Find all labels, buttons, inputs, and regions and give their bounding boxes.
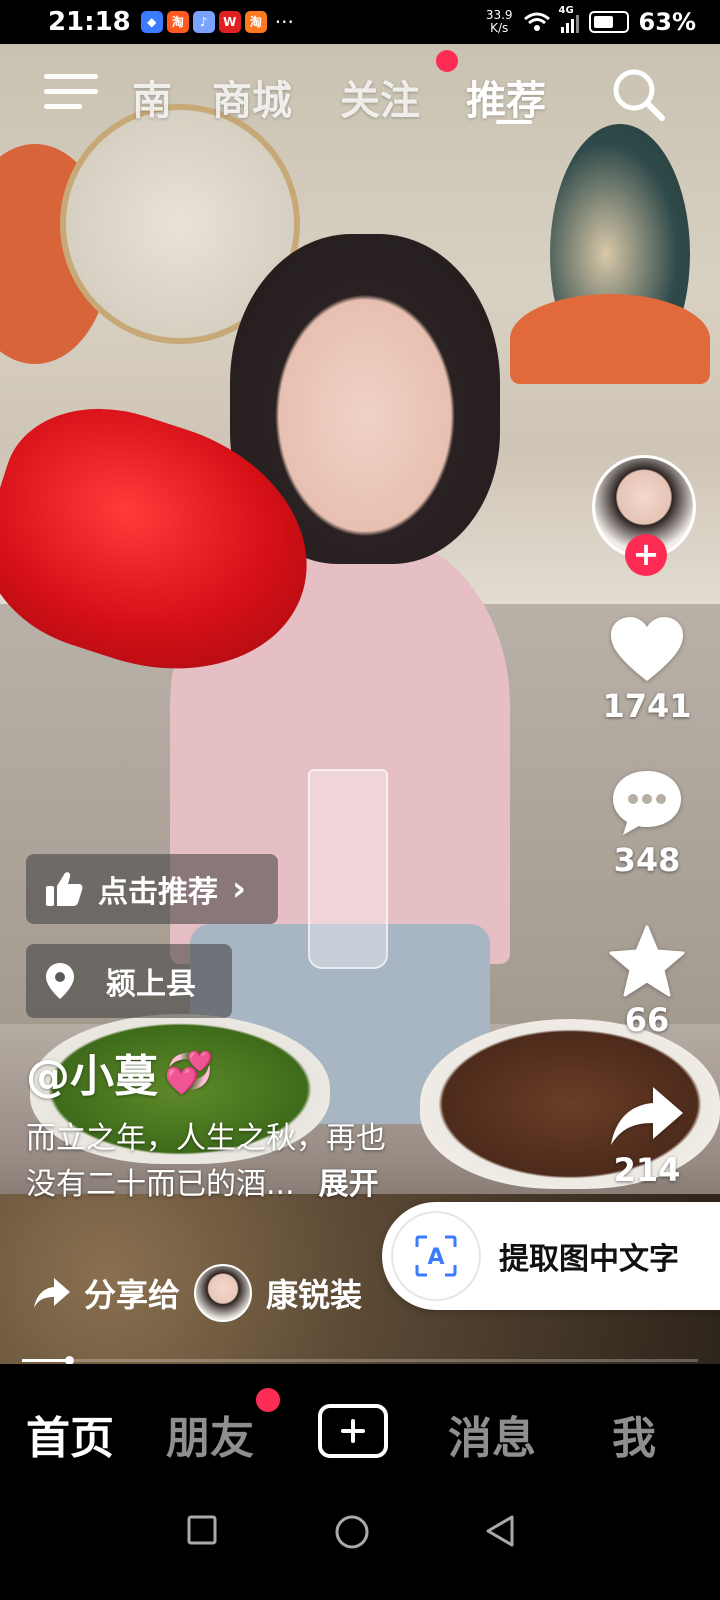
share-arrow-icon xyxy=(34,1278,70,1308)
status-app-icon: W xyxy=(218,11,241,33)
tab-recommend[interactable]: 推荐 xyxy=(466,68,546,126)
text-recognition-icon: A xyxy=(391,1211,481,1301)
creator-avatar[interactable]: + xyxy=(592,455,696,576)
status-bar: 21:18 ◆ 淘 ♪ W 淘 ··· 33.9 K/s 4G 63% xyxy=(0,0,720,44)
favorite-button[interactable]: 66 xyxy=(592,925,702,1039)
favorite-count: 66 xyxy=(624,1001,670,1039)
friend-avatar xyxy=(194,1264,253,1322)
network-speed: 33.9 K/s xyxy=(486,9,513,35)
recommend-label: 点击推荐 xyxy=(98,875,218,910)
friends-notification-dot xyxy=(256,1388,280,1412)
cell-signal: 4G xyxy=(559,5,579,33)
tab-me[interactable]: 我 xyxy=(612,1402,656,1466)
status-app-icon: 淘 xyxy=(244,11,267,33)
thumbs-up-icon xyxy=(46,872,83,906)
share-arrow-icon xyxy=(611,1087,683,1145)
signal-bar-icon xyxy=(560,27,564,33)
tab-friends[interactable]: 朋友 xyxy=(166,1402,254,1466)
extract-text-button[interactable]: A 提取图中文字 xyxy=(382,1202,720,1310)
plus-icon xyxy=(341,1419,365,1443)
creator-username[interactable]: @小蔓 💞 xyxy=(26,1040,214,1104)
location-label: 颍上县 xyxy=(106,967,196,1002)
back-icon[interactable] xyxy=(484,1514,516,1548)
caption-line: 没有二十而已的酒... xyxy=(26,1167,295,1202)
text-scan-icon: A xyxy=(415,1235,457,1277)
network-type: 4G xyxy=(558,5,574,16)
tab-messages[interactable]: 消息 xyxy=(448,1402,536,1466)
signal-bar-icon xyxy=(570,19,574,33)
more-notifications-icon: ··· xyxy=(274,10,294,34)
username-text: @小蔓 xyxy=(26,1051,158,1102)
star-icon xyxy=(609,925,685,997)
signal-bar-icon xyxy=(565,23,569,33)
recent-apps-icon[interactable] xyxy=(186,1514,218,1546)
glass xyxy=(308,769,388,969)
comment-icon xyxy=(613,771,681,835)
share-to-label: 分享给 xyxy=(84,1276,181,1314)
status-app-icon: ♪ xyxy=(192,11,215,33)
share-to-friend-bar[interactable]: 分享给 康锐装 xyxy=(20,1250,440,1336)
following-notification-dot xyxy=(436,50,458,72)
status-right: 33.9 K/s 4G 63% xyxy=(486,5,696,36)
wall-art xyxy=(510,294,710,384)
video-progress-bar[interactable] xyxy=(22,1356,698,1365)
home-icon[interactable] xyxy=(334,1514,370,1550)
follow-plus-icon[interactable]: + xyxy=(625,534,667,576)
battery-icon xyxy=(588,11,629,33)
action-rail: + 1741 348 66 214 xyxy=(592,455,702,1189)
tab-nearby[interactable]: 南 xyxy=(132,68,172,126)
create-post-button[interactable] xyxy=(318,1404,388,1458)
menu-line xyxy=(44,74,98,79)
active-tab-indicator xyxy=(496,120,532,124)
video-caption[interactable]: 而立之年，人生之秋，再也 没有二十而已的酒... 展开 xyxy=(26,1116,486,1208)
heart-emoji-icon: 💞 xyxy=(164,1049,214,1096)
expand-caption-button[interactable]: 展开 xyxy=(319,1167,379,1202)
battery-percent: 63% xyxy=(638,8,696,36)
share-count: 214 xyxy=(613,1151,681,1189)
network-speed-unit: K/s xyxy=(490,21,509,35)
location-chip[interactable]: 颍上县 xyxy=(26,944,232,1018)
menu-line xyxy=(44,89,98,94)
location-pin-icon xyxy=(46,963,74,999)
chevron-right-icon: › xyxy=(232,869,247,909)
share-target-name: 康锐装 xyxy=(266,1276,363,1314)
search-icon[interactable] xyxy=(608,64,668,124)
status-app-icons: ◆ 淘 ♪ W 淘 xyxy=(140,11,267,33)
system-navigation-bar xyxy=(0,1492,720,1600)
share-button[interactable]: 214 xyxy=(592,1083,702,1189)
tab-following[interactable]: 关注 xyxy=(340,68,420,126)
status-app-icon: 淘 xyxy=(166,11,189,33)
status-time: 21:18 xyxy=(48,7,131,37)
wifi-icon xyxy=(523,12,550,31)
video-progress-fill xyxy=(22,1359,70,1362)
tab-mall[interactable]: 商城 xyxy=(212,68,292,126)
signal-bar-icon xyxy=(575,15,579,33)
comment-button[interactable]: 348 xyxy=(592,767,702,879)
heart-icon xyxy=(611,617,683,681)
menu-icon[interactable] xyxy=(44,74,98,116)
like-button[interactable]: 1741 xyxy=(592,615,702,725)
like-count: 1741 xyxy=(602,687,692,725)
top-nav: 南 商城 关注 推荐 xyxy=(0,50,720,132)
text-scan-letter: A xyxy=(427,1245,444,1270)
status-app-icon: ◆ xyxy=(140,11,163,33)
battery-level xyxy=(593,16,613,28)
menu-line xyxy=(44,104,82,109)
bottom-tab-bar: 首页 朋友 消息 我 xyxy=(0,1364,720,1492)
caption-line: 而立之年，人生之秋，再也 xyxy=(26,1121,386,1156)
comment-count: 348 xyxy=(613,841,681,879)
extract-text-label: 提取图中文字 xyxy=(499,1242,679,1277)
recommend-chip[interactable]: 点击推荐 › xyxy=(26,854,278,924)
tab-home[interactable]: 首页 xyxy=(26,1402,114,1466)
